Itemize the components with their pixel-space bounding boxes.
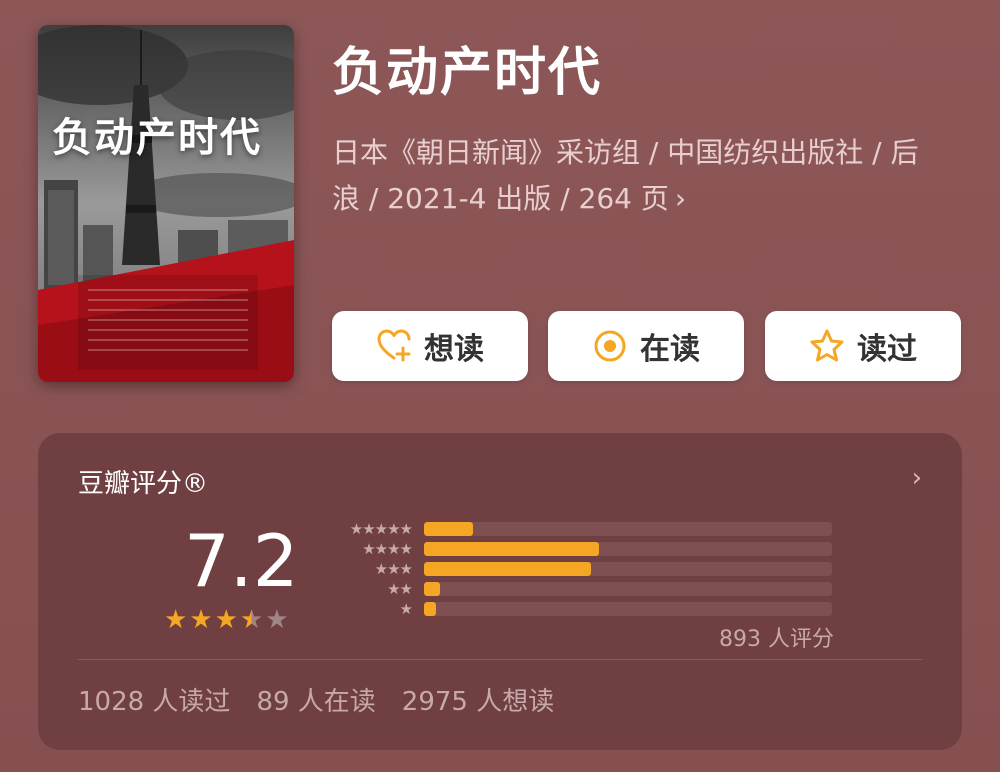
star-half-icon: ★ bbox=[239, 605, 264, 635]
star-full-icon: ★ bbox=[164, 605, 188, 635]
rating-distribution-row: ★ bbox=[328, 599, 832, 619]
reader-stats: 1028 人读过 89 人在读 2975 人想读 bbox=[78, 681, 554, 718]
reading-count[interactable]: 89 人在读 bbox=[256, 681, 375, 718]
reading-button[interactable]: 在读 bbox=[548, 311, 744, 381]
rating-stars: ★ ★ ★ ★ ★ bbox=[164, 605, 289, 635]
distribution-stars-icon: ★★ bbox=[387, 580, 413, 598]
distribution-track bbox=[424, 522, 832, 536]
rating-label: 豆瓣评分® bbox=[78, 469, 209, 499]
want-to-read-button[interactable]: 想读 bbox=[332, 311, 528, 381]
have-read-label: 读过 bbox=[857, 332, 917, 367]
rating-card[interactable]: 豆瓣评分® › 7.2 ★ ★ ★ ★ ★ ★★★★★ ★★★★ ★★★ ★★ ★ 89… bbox=[38, 433, 962, 750]
distribution-stars-icon: ★★★ bbox=[374, 560, 413, 578]
distribution-bar bbox=[424, 582, 441, 596]
have-read-button[interactable]: 读过 bbox=[765, 311, 961, 381]
book-title: 负动产时代 bbox=[332, 43, 603, 103]
cover-art bbox=[38, 25, 294, 382]
distribution-bar bbox=[424, 522, 473, 536]
rating-distribution-row: ★★ bbox=[328, 579, 832, 599]
distribution-bar bbox=[424, 562, 592, 576]
rating-distribution-row: ★★★ bbox=[328, 559, 832, 579]
star-outline-icon bbox=[810, 329, 844, 362]
want-to-read-label: 想读 bbox=[424, 332, 484, 367]
rating-distribution: ★★★★★ ★★★★ ★★★ ★★ ★ bbox=[328, 519, 832, 619]
divider bbox=[78, 659, 922, 660]
cover-title: 负动产时代 bbox=[52, 115, 262, 161]
want-count[interactable]: 2975 人想读 bbox=[402, 681, 554, 718]
distribution-stars-icon: ★★★★ bbox=[362, 540, 413, 558]
star-empty-icon: ★ bbox=[265, 605, 289, 635]
star-full-icon: ★ bbox=[189, 605, 213, 635]
distribution-track bbox=[424, 582, 832, 596]
book-meta[interactable]: 日本《朝日新闻》采访组 / 中国纺织出版社 / 后浪 / 2021-4 出版 /… bbox=[332, 130, 932, 222]
distribution-bar bbox=[424, 542, 600, 556]
heart-plus-icon bbox=[377, 329, 411, 362]
chevron-right-icon[interactable]: › bbox=[912, 463, 922, 493]
book-cover[interactable]: 负动产时代 bbox=[38, 25, 294, 382]
rating-score: 7.2 bbox=[184, 519, 299, 603]
rating-distribution-row: ★★★★★ bbox=[328, 519, 832, 539]
distribution-track bbox=[424, 602, 832, 616]
star-full-icon: ★ bbox=[214, 605, 238, 635]
distribution-track bbox=[424, 562, 832, 576]
read-count[interactable]: 1028 人读过 bbox=[78, 681, 230, 718]
chevron-right-icon: › bbox=[674, 182, 687, 215]
distribution-bar bbox=[424, 602, 437, 616]
reading-label: 在读 bbox=[640, 332, 700, 367]
distribution-stars-icon: ★ bbox=[399, 600, 413, 618]
distribution-track bbox=[424, 542, 832, 556]
book-meta-text: 日本《朝日新闻》采访组 / 中国纺织出版社 / 后浪 / 2021-4 出版 /… bbox=[332, 136, 919, 215]
distribution-stars-icon: ★★★★★ bbox=[349, 520, 413, 538]
target-icon bbox=[594, 330, 626, 362]
rating-count: 893 人评分 bbox=[719, 627, 834, 652]
rating-distribution-row: ★★★★ bbox=[328, 539, 832, 559]
